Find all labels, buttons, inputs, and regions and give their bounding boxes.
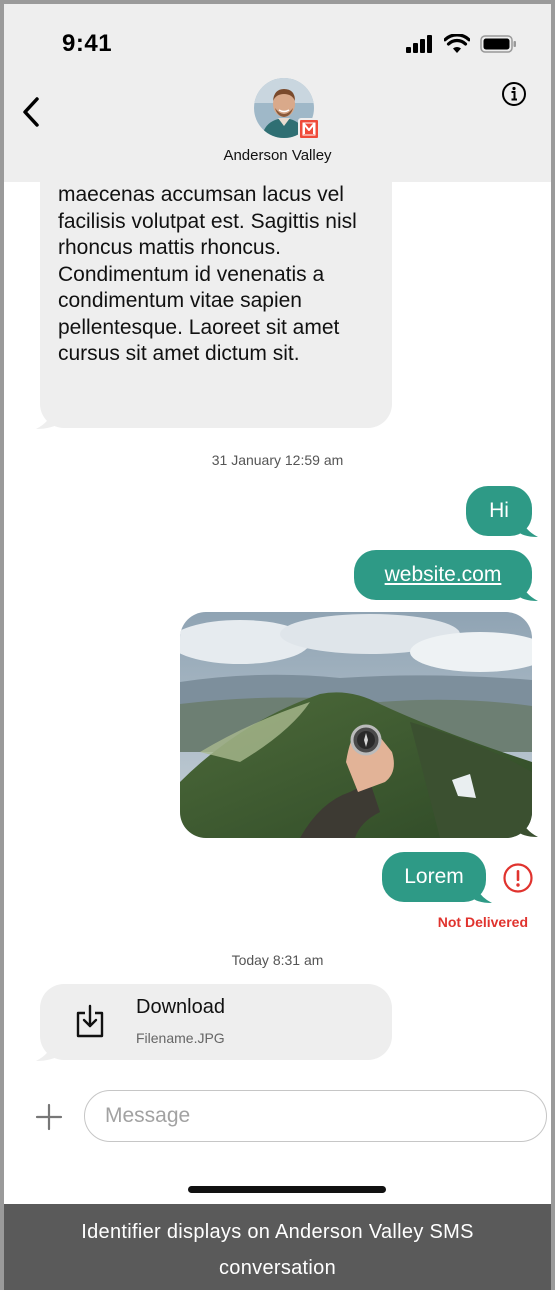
info-button[interactable] (500, 80, 530, 110)
link-text[interactable]: website.com (385, 563, 502, 587)
phone-screen: 9:41 maecenas accumsan lacus vel facilis… (0, 0, 555, 1290)
download-icon[interactable] (74, 1004, 106, 1038)
outgoing-link-bubble[interactable]: website.com (354, 550, 532, 600)
attachment-filename: Filename.JPG (136, 1030, 225, 1046)
contact-name-label: Anderson Valley (223, 147, 332, 164)
status-time: 9:41 (62, 30, 113, 57)
attachment-title: Download (136, 996, 225, 1018)
contact-avatar[interactable] (254, 78, 320, 140)
signal-icon (406, 35, 432, 53)
caption-banner: Identifier displays on Anderson Valley S… (4, 1204, 551, 1290)
bubble-tail (516, 516, 538, 537)
bubble-tail (516, 816, 538, 837)
brand-logo-icon (302, 122, 316, 136)
timestamp: 31 January 12:59 am (211, 452, 344, 468)
chevron-left-icon (23, 97, 39, 127)
info-icon (502, 82, 526, 106)
bubble-tail (36, 1040, 62, 1061)
error-icon[interactable] (502, 862, 534, 894)
outgoing-message-text: Lorem (404, 865, 464, 888)
attachment-bubble[interactable]: Download Filename.JPG (40, 984, 392, 1060)
outgoing-message-text: Hi (489, 499, 509, 522)
incoming-message-text: maecenas accumsan lacus vel facilisis vo… (58, 183, 357, 365)
home-indicator (188, 1186, 386, 1193)
timestamp: Today 8:31 am (231, 952, 324, 968)
landscape-photo (180, 612, 532, 838)
incoming-message-bubble[interactable]: maecenas accumsan lacus vel facilisis vo… (40, 144, 392, 428)
bubble-tail (516, 580, 538, 601)
identifier-badge (298, 118, 320, 140)
plus-icon[interactable] (34, 1102, 64, 1132)
not-delivered-status: Not Delivered (437, 914, 528, 930)
wifi-icon (444, 34, 470, 53)
message-input[interactable] (84, 1090, 547, 1142)
bubble-tail (36, 408, 62, 429)
battery-icon (480, 35, 516, 53)
bubble-tail (470, 882, 492, 903)
outgoing-photo[interactable] (180, 612, 532, 838)
status-icons (406, 34, 518, 54)
back-button[interactable] (16, 92, 46, 132)
